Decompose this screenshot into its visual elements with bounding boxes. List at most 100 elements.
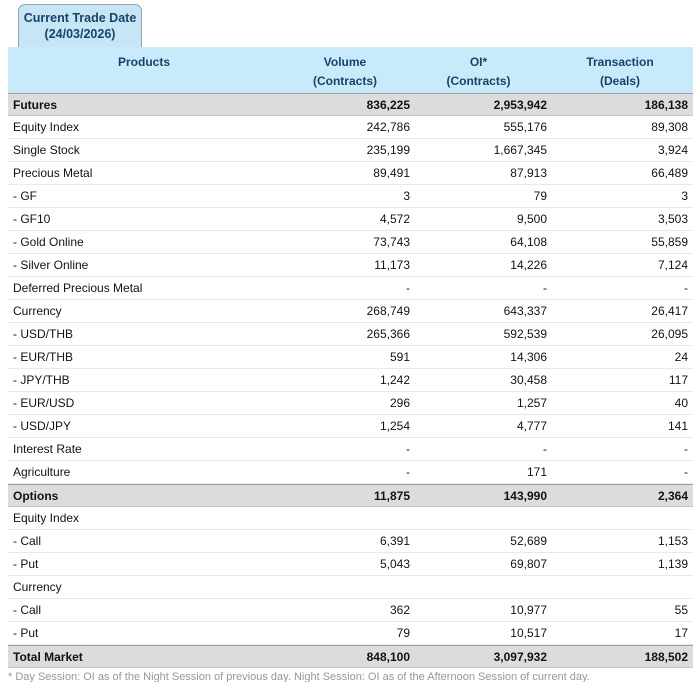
table-row: - USD/THB 265,366 592,539 26,095 bbox=[8, 323, 693, 346]
transaction-cell: 40 bbox=[674, 396, 688, 410]
transaction-cell: 186,138 bbox=[644, 97, 688, 112]
transaction-cell: 24 bbox=[674, 350, 688, 364]
oi-cell: 555,176 bbox=[503, 120, 547, 134]
transaction-cell: 7,124 bbox=[657, 258, 688, 272]
product-cell: - Gold Online bbox=[13, 235, 84, 249]
transaction-cell: 55 bbox=[674, 603, 688, 617]
transaction-cell: 141 bbox=[667, 419, 688, 433]
volume-cell: 73,743 bbox=[373, 235, 410, 249]
oi-cell: 592,539 bbox=[503, 327, 547, 341]
table-row: - Gold Online 73,743 64,108 55,859 bbox=[8, 231, 693, 254]
market-summary-table: Products Volume (Contracts) OI* (Contrac… bbox=[8, 47, 693, 668]
transaction-cell: 3,924 bbox=[657, 143, 688, 157]
product-cell: - GF bbox=[13, 189, 37, 203]
transaction-cell: 1,153 bbox=[657, 534, 688, 548]
table-row: Deferred Precious Metal - - - bbox=[8, 277, 693, 300]
table-row: - Call 6,391 52,689 1,153 bbox=[8, 530, 693, 553]
oi-cell: 4,777 bbox=[516, 419, 547, 433]
oi-cell: 30,458 bbox=[510, 373, 547, 387]
product-cell: Single Stock bbox=[13, 143, 80, 157]
product-cell: Currency bbox=[13, 304, 62, 318]
header-products: Products bbox=[117, 55, 170, 69]
transaction-cell: 17 bbox=[674, 626, 688, 640]
oi-cell: 1,257 bbox=[516, 396, 547, 410]
volume-cell: 848,100 bbox=[366, 649, 410, 664]
product-cell: Equity Index bbox=[13, 511, 80, 525]
transaction-cell: 117 bbox=[668, 373, 688, 387]
transaction-cell: - bbox=[684, 281, 688, 295]
volume-cell: 5,043 bbox=[379, 557, 410, 571]
product-cell: - USD/JPY bbox=[13, 419, 72, 433]
oi-cell: 79 bbox=[533, 189, 547, 203]
table-row: - Call 362 10,977 55 bbox=[8, 599, 693, 622]
table-row: Agriculture - 171 - bbox=[8, 461, 693, 484]
table-row: Total Market 848,100 3,097,932 188,502 bbox=[8, 645, 693, 668]
volume-cell: 4,572 bbox=[379, 212, 410, 226]
transaction-cell: - bbox=[684, 465, 688, 479]
volume-cell: 6,391 bbox=[379, 534, 410, 548]
table-row: Currency bbox=[8, 576, 693, 599]
transaction-cell: 3,503 bbox=[657, 212, 688, 226]
volume-cell: 235,199 bbox=[366, 143, 410, 157]
product-cell: - Call bbox=[13, 534, 42, 548]
oi-cell: 171 bbox=[526, 465, 547, 479]
oi-session-footnote: * Day Session: OI as of the Night Sessio… bbox=[8, 671, 590, 682]
product-cell: - Put bbox=[13, 557, 39, 571]
table-row: Futures 836,225 2,953,942 186,138 bbox=[8, 93, 693, 116]
table-row: - EUR/USD 296 1,257 40 bbox=[8, 392, 693, 415]
product-cell: Futures bbox=[13, 97, 58, 112]
volume-cell: 836,225 bbox=[366, 97, 410, 112]
oi-cell: 52,689 bbox=[510, 534, 547, 548]
table-row: Precious Metal 89,491 87,913 66,489 bbox=[8, 162, 693, 185]
product-cell: Precious Metal bbox=[13, 166, 93, 180]
transaction-cell: 2,364 bbox=[657, 488, 688, 503]
product-cell: Equity Index bbox=[13, 120, 80, 134]
table-row: Equity Index bbox=[8, 507, 693, 530]
table-row: - GF10 4,572 9,500 3,503 bbox=[8, 208, 693, 231]
product-cell: Options bbox=[13, 488, 59, 503]
table-row: - Put 79 10,517 17 bbox=[8, 622, 693, 645]
volume-cell: 265,366 bbox=[366, 327, 410, 341]
transaction-cell: 188,502 bbox=[644, 649, 688, 664]
product-cell: Deferred Precious Metal bbox=[13, 281, 143, 295]
volume-cell: 591 bbox=[389, 350, 410, 364]
table-row: Currency 268,749 643,337 26,417 bbox=[8, 300, 693, 323]
header-oi: OI* (Contracts) bbox=[446, 55, 511, 88]
oi-cell: 10,517 bbox=[510, 626, 547, 640]
product-cell: - GF10 bbox=[13, 212, 51, 226]
header-transaction: Transaction (Deals) bbox=[586, 55, 654, 88]
volume-cell: 242,786 bbox=[366, 120, 410, 134]
volume-cell: 3 bbox=[403, 189, 410, 203]
oi-cell: 64,108 bbox=[510, 235, 547, 249]
volume-cell: 11,173 bbox=[374, 258, 410, 272]
tab-label-line2: (24/03/2026) bbox=[44, 27, 116, 41]
transaction-cell: 1,139 bbox=[657, 557, 688, 571]
volume-cell: 362 bbox=[389, 603, 410, 617]
volume-cell: - bbox=[406, 465, 410, 479]
table-header-row: Products Volume (Contracts) OI* (Contrac… bbox=[8, 47, 693, 93]
oi-cell: 9,500 bbox=[516, 212, 547, 226]
oi-cell: 87,913 bbox=[510, 166, 547, 180]
tab-label-line1: Current Trade Date bbox=[23, 11, 137, 25]
product-cell: - Put bbox=[13, 626, 39, 640]
table-row: Options 11,875 143,990 2,364 bbox=[8, 484, 693, 507]
product-cell: - Silver Online bbox=[13, 258, 89, 272]
volume-cell: 89,491 bbox=[373, 166, 410, 180]
oi-cell: 14,306 bbox=[510, 350, 547, 364]
oi-cell: - bbox=[543, 281, 547, 295]
oi-cell: 2,953,942 bbox=[493, 97, 547, 112]
volume-cell: 296 bbox=[389, 396, 410, 410]
oi-cell: 143,990 bbox=[503, 488, 547, 503]
current-trade-date-tab[interactable]: Current Trade Date (24/03/2026) bbox=[18, 4, 142, 47]
volume-cell: 268,749 bbox=[366, 304, 410, 318]
transaction-cell: 3 bbox=[681, 189, 688, 203]
product-cell: - EUR/THB bbox=[13, 350, 73, 364]
oi-cell: 69,807 bbox=[510, 557, 547, 571]
oi-cell: 10,977 bbox=[510, 603, 547, 617]
table-row: Equity Index 242,786 555,176 89,308 bbox=[8, 116, 693, 139]
table-row: Single Stock 235,199 1,667,345 3,924 bbox=[8, 139, 693, 162]
product-cell: - USD/THB bbox=[13, 327, 73, 341]
product-cell: Agriculture bbox=[13, 465, 71, 479]
product-cell: - EUR/USD bbox=[13, 396, 75, 410]
transaction-cell: 26,095 bbox=[651, 327, 688, 341]
